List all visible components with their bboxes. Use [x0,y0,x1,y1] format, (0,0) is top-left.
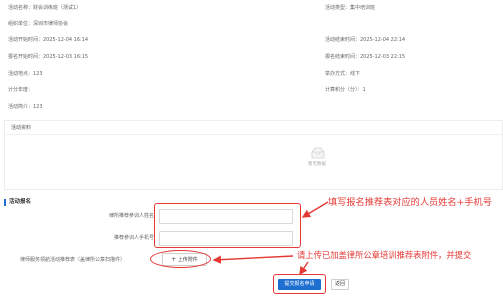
arrow-to-upload [212,255,294,264]
arrow-to-inputs [301,201,329,218]
annotation-fill-hint: 填写报名推荐表对应的人员姓名+手机号 [328,197,492,208]
annotation-upload-hint: 请上传已加盖律所公章培训推荐表附件，并提交 [297,250,472,260]
arrow-to-submit [299,261,309,276]
